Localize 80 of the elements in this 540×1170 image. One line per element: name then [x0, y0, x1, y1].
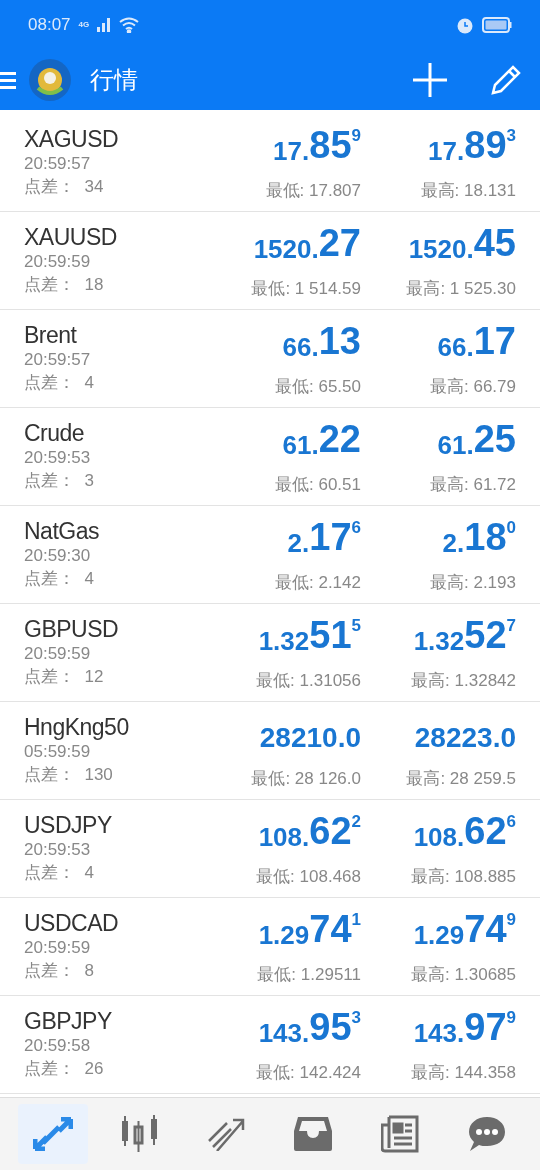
- high-price: 最高: 2.193: [430, 572, 516, 594]
- symbol-name: GBPUSD: [24, 616, 120, 642]
- alarm-icon: [456, 16, 474, 34]
- spread-text: 点差： 18: [24, 274, 105, 296]
- symbol-name: HngKng50: [24, 714, 130, 740]
- spread-text: 点差： 8: [24, 960, 95, 982]
- price: 61.25: [437, 420, 516, 458]
- nav-tab[interactable]: [18, 1104, 89, 1164]
- spread-text: 点差： 4: [24, 862, 95, 884]
- high-price: 最高: 28 259.5: [406, 768, 516, 790]
- high-price: 最高: 66.79: [430, 376, 516, 398]
- spread-text: 点差： 3: [24, 470, 95, 492]
- quote-time: 20:59:58: [24, 1035, 92, 1057]
- high-price: 最高: 1.30685: [411, 964, 516, 986]
- plus-icon: [413, 63, 447, 97]
- network-label: 4G: [78, 21, 90, 29]
- high-price: 最高: 1 525.30: [406, 278, 516, 300]
- price: 1520.27: [253, 224, 361, 262]
- high-price: 最高: 61.72: [430, 474, 516, 496]
- symbol-name: Brent: [24, 322, 78, 348]
- low-price: 最低: 60.51: [275, 474, 361, 496]
- quote-row[interactable]: HngKng50 05:59:59 点差： 130 28210.0 最低: 28 126.0 28223.0 最高: 28 259.5: [0, 702, 540, 800]
- spread-text: 点差： 12: [24, 666, 105, 688]
- symbol-name: NatGas: [24, 518, 100, 544]
- low-price: 最低: 2.142: [275, 572, 361, 594]
- pencil-icon: [490, 64, 522, 96]
- newspaper-icon: [380, 1115, 419, 1153]
- low-price: 最低: 17.807: [265, 180, 361, 202]
- low-price: 最低: 142.424: [256, 1062, 361, 1084]
- symbol-name: XAUUSD: [24, 224, 118, 250]
- price: 66.13: [282, 322, 361, 360]
- symbol-name: Crude: [24, 420, 86, 446]
- quote-time: 20:59:57: [24, 153, 92, 175]
- price: 66.17: [437, 322, 516, 360]
- quote-time: 20:59:53: [24, 447, 92, 469]
- quote-time: 20:59:30: [24, 545, 92, 567]
- quote-time: 20:59:59: [24, 937, 92, 959]
- inbox-icon: [294, 1117, 333, 1151]
- spread-text: 点差： 4: [24, 568, 95, 590]
- screen-title: 行情: [90, 65, 138, 95]
- spread-text: 点差： 26: [24, 1058, 105, 1080]
- low-price: 最低: 65.50: [275, 376, 361, 398]
- symbol-name: XAGUSD: [24, 126, 120, 152]
- quote-time: 20:59:53: [24, 839, 92, 861]
- signal-icon: [97, 18, 112, 32]
- spread-text: 点差： 34: [24, 176, 105, 198]
- high-price: 最高: 108.885: [411, 866, 516, 888]
- double-arrow-icon: [33, 1117, 74, 1151]
- quote-time: 05:59:59: [24, 741, 92, 763]
- low-price: 最低: 1.29511: [257, 964, 361, 986]
- trend-arrow-icon: [206, 1117, 247, 1151]
- spread-text: 点差： 4: [24, 372, 95, 394]
- wifi-icon: [119, 17, 140, 33]
- app-logo-icon: [28, 58, 72, 102]
- chat-bubble-icon: [467, 1116, 506, 1152]
- price: 1520.45: [408, 224, 516, 262]
- quote-time: 20:59:59: [24, 643, 92, 665]
- low-price: 最低: 1 514.59: [251, 278, 361, 300]
- quote-row[interactable]: Brent 20:59:57 点差： 4 66.13 最低: 65.50 66.17 最高: 66.79: [0, 310, 540, 408]
- high-price: 最高: 18.131: [420, 180, 516, 202]
- low-price: 最低: 28 126.0: [251, 768, 361, 790]
- quote-time: 20:59:57: [24, 349, 92, 371]
- quote-row[interactable]: Crude 20:59:53 点差： 3 61.22 最低: 60.51 61.25 最高: 61.72: [0, 408, 540, 506]
- high-price: 最高: 1.32842: [411, 670, 516, 692]
- battery-icon: [482, 17, 512, 33]
- price: 28210.0: [259, 721, 361, 752]
- low-price: 最低: 108.468: [256, 866, 361, 888]
- price: 28223.0: [414, 721, 516, 752]
- symbol-name: GBPJPY: [24, 1008, 113, 1034]
- candlestick-icon: [120, 1115, 160, 1153]
- symbol-name: USDJPY: [24, 812, 113, 838]
- quote-time: 20:59:59: [24, 251, 92, 273]
- high-price: 最高: 144.358: [411, 1062, 516, 1084]
- quote-row[interactable]: XAUUSD 20:59:59 点差： 18 1520.27 最低: 1 514.59 1520.45 最高: 1 525.30: [0, 212, 540, 310]
- price: 61.22: [282, 420, 361, 458]
- symbol-name: USDCAD: [24, 910, 120, 936]
- low-price: 最低: 1.31056: [256, 670, 361, 692]
- menu-icon: [0, 70, 16, 90]
- status-time: 08:07: [28, 14, 71, 37]
- spread-text: 点差： 130: [24, 764, 114, 786]
